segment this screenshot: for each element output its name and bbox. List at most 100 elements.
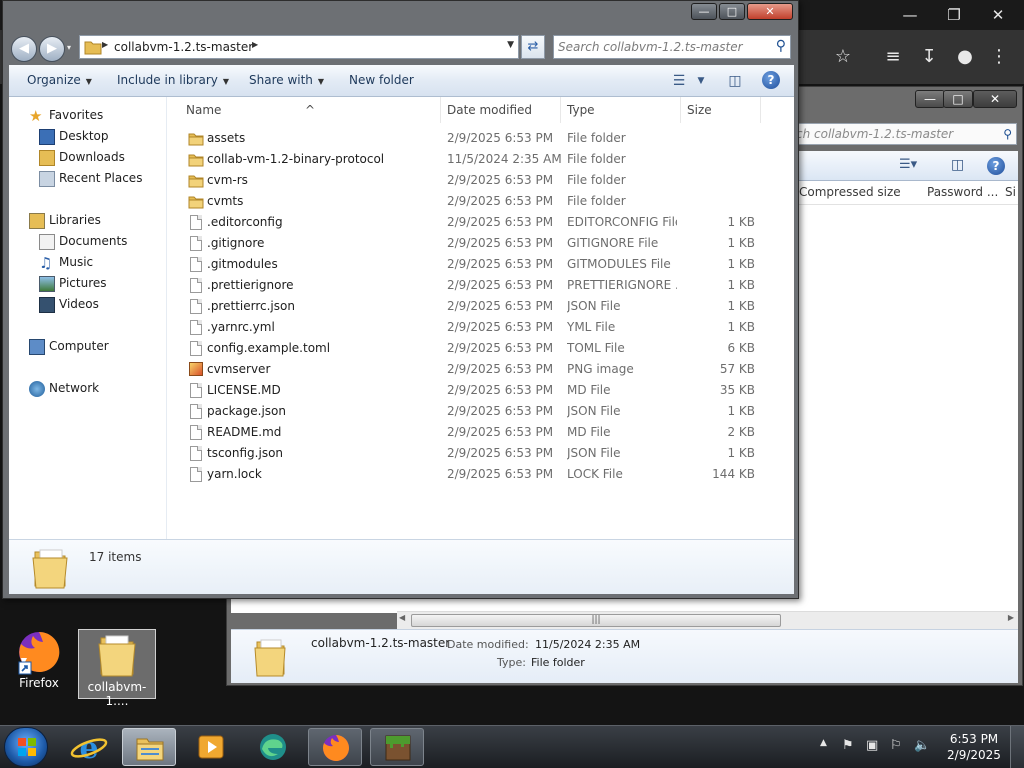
profile-icon[interactable]: ● [952, 44, 978, 70]
search-input[interactable] [554, 36, 768, 58]
col-date-modified[interactable]: Date modified [447, 103, 532, 117]
table-row[interactable]: cvm-rs 2/9/2025 6:53 PM File folder [168, 170, 794, 191]
minimize-button[interactable]: — [691, 3, 717, 20]
file-size: 1 KB [727, 215, 755, 229]
table-row[interactable]: README.md 2/9/2025 6:53 PM MD File 2 KB [168, 422, 794, 443]
firefox-desktop-icon[interactable]: Firefox [8, 628, 70, 698]
chevron-down-icon[interactable]: ▼ [691, 71, 711, 91]
bg-close-button[interactable]: ✕ [973, 90, 1017, 108]
browser-menu-icon[interactable]: ⋮ [986, 44, 1012, 70]
close-button[interactable]: ✕ [747, 3, 793, 20]
browser-close-button[interactable]: ✕ [976, 2, 1020, 28]
preview-pane-icon[interactable]: ◫ [725, 71, 745, 91]
browser-minimize-button[interactable]: — [888, 2, 932, 28]
chevron-down-icon: ▼ [317, 77, 325, 86]
column-divider[interactable] [680, 97, 681, 123]
table-row[interactable]: config.example.toml 2/9/2025 6:53 PM TOML … [168, 338, 794, 359]
view-options-icon[interactable]: ☰▾ [899, 157, 917, 172]
action-center-icon[interactable]: ⚑ [842, 738, 854, 753]
maximize-button[interactable]: □ [719, 3, 745, 20]
file-size: 1 KB [727, 320, 755, 334]
bg-minimize-button[interactable]: — [915, 90, 945, 108]
collabvm-folder-desktop-icon[interactable]: collabvm-1.... [78, 629, 156, 708]
col-compressed-size[interactable]: Compressed size [799, 185, 901, 199]
scroll-left-icon[interactable]: ◀ [399, 613, 405, 622]
command-toolbar: Organize ▼ Include in library ▼ Share with… [9, 65, 794, 97]
scroll-right-icon[interactable]: ▶ [1008, 613, 1014, 622]
browser-restore-button[interactable]: ❐ [932, 2, 976, 28]
table-row[interactable]: .gitignore 2/9/2025 6:53 PM GITIGNORE File… [168, 233, 794, 254]
scrollbar-thumb[interactable]: ||| [411, 614, 781, 627]
organize-button[interactable]: Organize ▼ [27, 73, 92, 87]
network-tray-icon[interactable]: ▣ [866, 738, 878, 753]
folder-icon [188, 152, 204, 168]
column-divider[interactable] [560, 97, 561, 123]
breadcrumb[interactable]: collabvm-1.2.ts-master [114, 40, 253, 54]
file-type: JSON File [567, 299, 621, 313]
file-type: File folder [567, 152, 626, 166]
taskbar-internet-explorer[interactable]: e [62, 728, 116, 766]
column-divider[interactable] [440, 97, 441, 123]
file-date-modified: 11/5/2024 2:35 AM [447, 152, 562, 166]
col-extra[interactable]: Si [1005, 185, 1016, 199]
flag-icon[interactable]: ⚐ [890, 738, 902, 753]
table-row[interactable]: collab-vm-1.2-binary-protocol 11/5/2024 2… [168, 149, 794, 170]
column-divider[interactable] [760, 97, 761, 123]
start-button[interactable] [4, 727, 48, 767]
show-hidden-icons-icon[interactable]: ▲ [820, 738, 827, 748]
table-row[interactable]: tsconfig.json 2/9/2025 6:53 PM JSON File 1 … [168, 443, 794, 464]
preview-pane-icon[interactable]: ◫ [951, 157, 964, 173]
new-folder-button[interactable]: New folder [349, 73, 414, 87]
table-row[interactable]: package.json 2/9/2025 6:53 PM JSON File 1 K… [168, 401, 794, 422]
table-row[interactable]: LICENSE.MD 2/9/2025 6:53 PM MD File 35 KB [168, 380, 794, 401]
address-dropdown-icon[interactable]: ▼ [507, 40, 514, 50]
taskbar-edge[interactable] [246, 728, 300, 766]
col-password[interactable]: Password ... [927, 185, 998, 199]
horizontal-scrollbar[interactable]: ◀ ||| ▶ [397, 611, 1018, 629]
bookmark-star-icon[interactable]: ☆ [830, 44, 856, 70]
table-row[interactable]: .yarnrc.yml 2/9/2025 6:53 PM YML File 1 KB [168, 317, 794, 338]
bg-maximize-button[interactable]: □ [943, 90, 973, 108]
download-icon[interactable]: ↧ [916, 44, 942, 70]
help-icon[interactable]: ? [762, 71, 780, 89]
file-date-modified: 2/9/2025 6:53 PM [447, 467, 554, 481]
col-size[interactable]: Size [687, 103, 712, 117]
include-in-library-button[interactable]: Include in library ▼ [117, 73, 229, 87]
bg-help-icon[interactable]: ? [987, 157, 1005, 175]
back-button[interactable]: ◀ [11, 36, 37, 62]
media-list-icon[interactable]: ≡ [880, 44, 906, 70]
breadcrumb-chevron-icon[interactable]: ▶ [102, 40, 108, 49]
table-row[interactable]: assets 2/9/2025 6:53 PM File folder [168, 128, 794, 149]
file-type: MD File [567, 425, 611, 439]
taskbar-windows-explorer[interactable] [122, 728, 176, 766]
address-bar[interactable]: ▶ collabvm-1.2.ts-master ▶ ▼ [79, 35, 519, 59]
forward-button[interactable]: ▶ [39, 36, 65, 62]
table-row[interactable]: .gitmodules 2/9/2025 6:53 PM GITMODULES Fi… [168, 254, 794, 275]
table-row[interactable]: .prettierignore 2/9/2025 6:53 PM PRETTIERI… [168, 275, 794, 296]
col-name[interactable]: Name [186, 103, 221, 117]
downloads-folder-icon [39, 150, 55, 166]
file-name: .prettierignore [207, 278, 294, 292]
show-desktop-button[interactable] [1010, 726, 1024, 768]
share-with-button[interactable]: Share with ▼ [249, 73, 324, 87]
table-row[interactable]: .editorconfig 2/9/2025 6:53 PM EDITORCONFI… [168, 212, 794, 233]
system-clock[interactable]: 6:53 PM 2/9/2025 [946, 731, 1002, 763]
table-row[interactable]: yarn.lock 2/9/2025 6:53 PM LOCK File 144 KB [168, 464, 794, 485]
table-row[interactable]: .prettierrc.json 2/9/2025 6:53 PM JSON Fil… [168, 296, 794, 317]
refresh-button[interactable]: ⇄ [521, 35, 545, 59]
col-type[interactable]: Type [567, 103, 595, 117]
taskbar-firefox[interactable] [308, 728, 362, 766]
view-options-icon[interactable]: ☰ [669, 71, 689, 91]
table-row[interactable]: cvmserver 2/9/2025 6:53 PM PNG image 57 KB [168, 359, 794, 380]
file-name: .prettierrc.json [207, 299, 295, 313]
file-name: cvm-rs [207, 173, 248, 187]
table-row[interactable]: cvmts 2/9/2025 6:53 PM File folder [168, 191, 794, 212]
breadcrumb-chevron-icon[interactable]: ▶ [252, 40, 258, 49]
recent-pages-icon[interactable]: ▾ [67, 43, 71, 52]
taskbar-minecraft[interactable] [370, 728, 424, 766]
file-type: File folder [567, 131, 626, 145]
taskbar-media-player[interactable] [184, 728, 238, 766]
bg-search-input[interactable]: ch collabvm-1.2.ts-master ⚲ [793, 123, 1017, 145]
search-box[interactable]: ⚲ [553, 35, 791, 59]
volume-icon[interactable]: 🔈 [914, 738, 930, 753]
